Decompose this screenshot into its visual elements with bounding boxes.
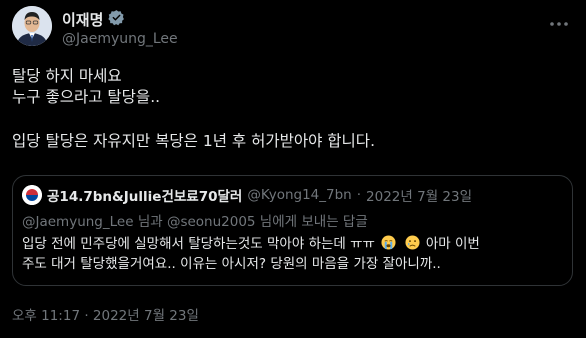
meta-separator: · bbox=[356, 187, 362, 203]
quoted-author-handle[interactable]: @Kyong14_7bn bbox=[247, 187, 351, 203]
quoted-author-name[interactable]: 공14.7bn&Jullie건보료70달러 bbox=[47, 185, 242, 205]
author-avatar[interactable] bbox=[12, 6, 52, 46]
tweet-timestamp[interactable]: 오후 11:17 · 2022년 7월 23일 bbox=[12, 304, 199, 324]
sad-face-icon bbox=[405, 235, 420, 250]
tweet-line: 탈당 하지 마세요 bbox=[12, 67, 122, 85]
quoted-tweet[interactable]: 공14.7bn&Jullie건보료70달러 @Kyong14_7bn · 202… bbox=[12, 175, 573, 286]
quoted-tweet-date[interactable]: 2022년 7월 23일 bbox=[366, 185, 472, 205]
quoted-body-text: 주도 대거 탈당했을거여요.. 이유는 아시저? 당원의 마음을 가장 잘아니까… bbox=[22, 256, 441, 272]
quoted-body-text: 아마 이번 bbox=[425, 236, 480, 252]
quoted-author-avatar[interactable] bbox=[22, 185, 42, 205]
author-name[interactable]: 이재명 bbox=[62, 9, 103, 30]
author-handle[interactable]: @Jaemyung_Lee bbox=[62, 31, 178, 47]
tweet-line: 누구 좋으라고 탈당을.. bbox=[12, 88, 161, 106]
more-options-button[interactable] bbox=[546, 8, 572, 34]
author-name-row[interactable]: 이재명 bbox=[62, 9, 125, 30]
reply-context: @Jaemyung_Lee 님과 @seonu2005 님에게 보내는 답글 bbox=[22, 214, 368, 230]
crying-face-icon bbox=[381, 235, 396, 250]
quoted-tweet-header: 공14.7bn&Jullie건보료70달러 @Kyong14_7bn · 202… bbox=[22, 185, 472, 205]
quoted-body-text: 입당 전에 민주당에 실망해서 탈당하는것도 막아야 하는데 ㅠㅠ bbox=[22, 236, 375, 252]
verified-badge-icon bbox=[108, 9, 125, 30]
tweet-text: 탈당 하지 마세요 누구 좋으라고 탈당을.. 입당 탈당은 자유지만 복당은 … bbox=[12, 66, 572, 152]
more-options-icon bbox=[549, 12, 569, 31]
tweet-line: 입당 탈당은 자유지만 복당은 1년 후 허가받아야 합니다. bbox=[12, 132, 375, 150]
quoted-tweet-body: 입당 전에 민주당에 실망해서 탈당하는것도 막아야 하는데 ㅠㅠ 아마 이번 … bbox=[22, 234, 562, 274]
